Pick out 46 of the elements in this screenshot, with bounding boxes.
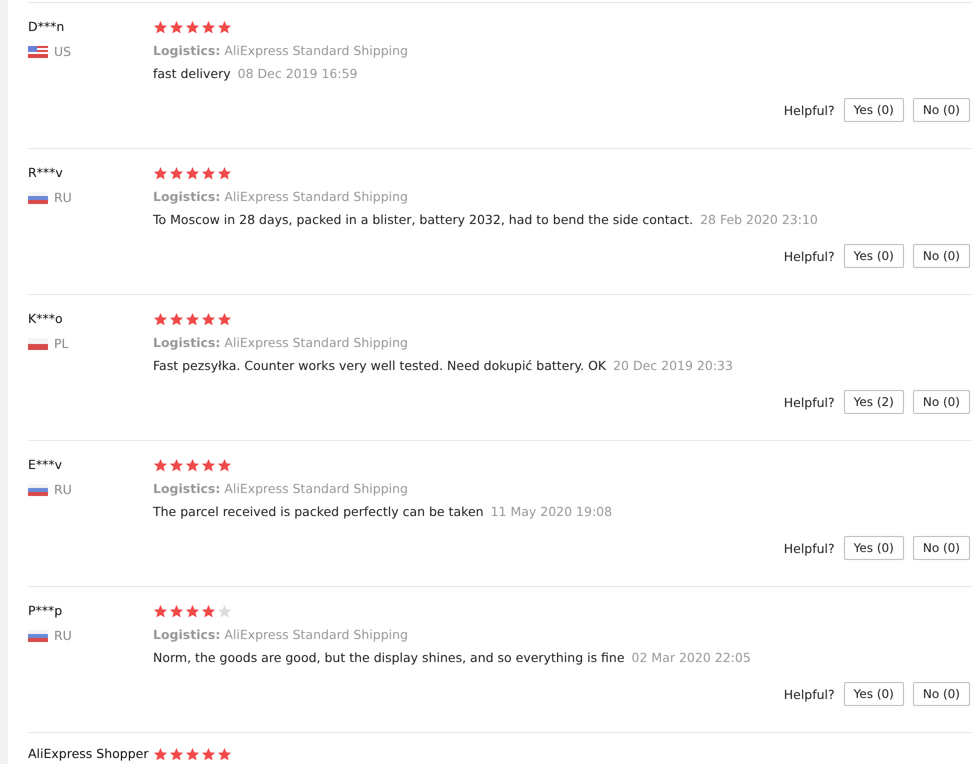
review-date: 20 Dec 2019 20:33 bbox=[613, 358, 733, 373]
logistics-info: Logistics: AliExpress Standard Shipping bbox=[153, 335, 409, 350]
country-code: PL bbox=[54, 336, 69, 351]
logistics-info: Logistics: AliExpress Standard Shipping bbox=[153, 627, 409, 642]
helpful-label: Helpful? bbox=[784, 394, 835, 410]
country-code: RU bbox=[54, 190, 72, 205]
flag-icon bbox=[28, 192, 48, 204]
reviewer-name: E***v bbox=[28, 457, 64, 473]
yes-button[interactable]: Yes (0) bbox=[844, 98, 904, 122]
review-text: To Moscow in 28 days, packed in a blister, battery 2032, had to bend the side contact. bbox=[153, 212, 694, 227]
logistics-info: Logistics: AliExpress Standard Shipping bbox=[153, 43, 409, 58]
yes-button[interactable]: Yes (2) bbox=[844, 390, 904, 414]
country-code: RU bbox=[54, 628, 72, 643]
no-button[interactable]: No (0) bbox=[912, 536, 970, 560]
reviewer-name: AliExpress Shopper bbox=[28, 746, 150, 762]
reviewer-name: D***n bbox=[28, 19, 66, 35]
review-date: 11 May 2020 19:08 bbox=[490, 504, 612, 519]
flag-icon bbox=[28, 630, 48, 642]
yes-button[interactable]: Yes (0) bbox=[844, 244, 904, 268]
flag-icon bbox=[28, 484, 48, 496]
reviewer-name: K***o bbox=[28, 311, 64, 327]
review-date: 02 Mar 2020 22:05 bbox=[632, 650, 751, 665]
no-button[interactable]: No (0) bbox=[912, 98, 970, 122]
review-text: Fast pezsyłka. Counter works very well tested. Need dokupić battery. OK bbox=[153, 358, 606, 373]
review-date: 08 Dec 2019 16:59 bbox=[238, 66, 358, 81]
country-code: US bbox=[54, 44, 72, 59]
helpful-label: Helpful? bbox=[784, 540, 835, 556]
yes-button[interactable]: Yes (0) bbox=[844, 536, 904, 560]
review-text: Norm, the goods are good, but the display shines, and so everything is fine bbox=[153, 650, 625, 665]
helpful-label: Helpful? bbox=[784, 248, 835, 264]
logistics-info: Logistics: AliExpress Standard Shipping bbox=[153, 481, 409, 496]
no-button[interactable]: No (0) bbox=[912, 244, 970, 268]
no-button[interactable]: No (0) bbox=[912, 682, 970, 706]
reviewer-name: P***p bbox=[28, 603, 64, 619]
reviewer-name: R***v bbox=[28, 165, 64, 181]
review-date: 28 Feb 2020 23:10 bbox=[700, 212, 818, 227]
flag-icon bbox=[28, 338, 48, 350]
helpful-label: Helpful? bbox=[784, 102, 835, 118]
logistics-info: Logistics: AliExpress Standard Shipping bbox=[153, 189, 409, 204]
helpful-label: Helpful? bbox=[784, 686, 835, 702]
flag-icon bbox=[28, 46, 48, 58]
country-code: RU bbox=[54, 482, 72, 497]
review-text: The parcel received is packed perfectly can be taken bbox=[153, 504, 484, 519]
yes-button[interactable]: Yes (0) bbox=[844, 682, 904, 706]
review-text: fast delivery bbox=[153, 66, 231, 81]
no-button[interactable]: No (0) bbox=[912, 390, 970, 414]
